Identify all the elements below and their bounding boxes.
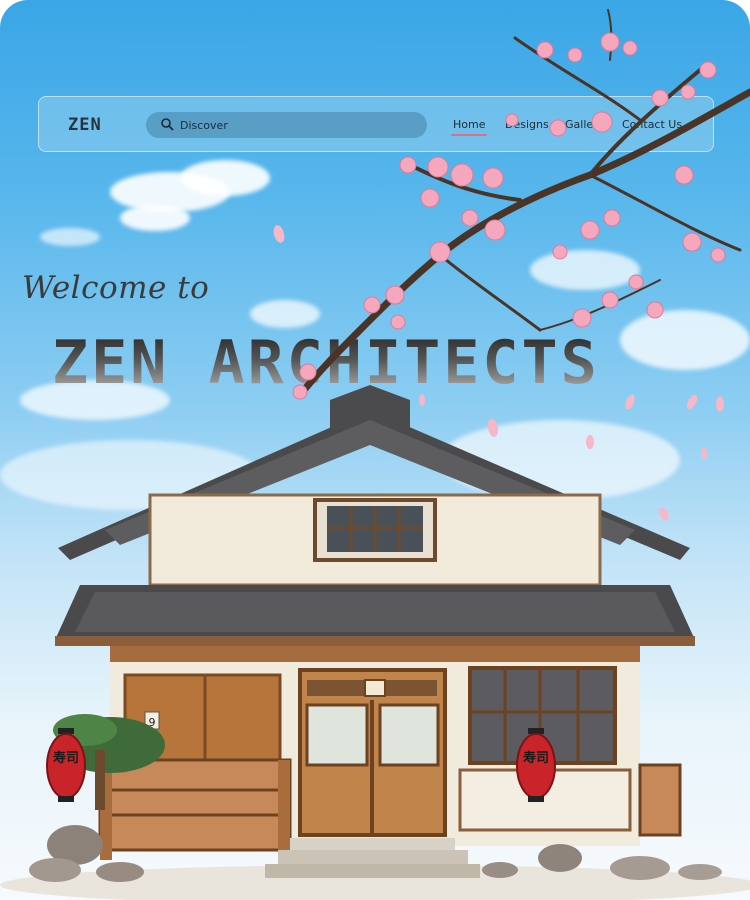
nav-link-home[interactable]: Home xyxy=(450,118,489,136)
welcome-text: Welcome to xyxy=(22,270,210,306)
red-lantern-left: 寿司 xyxy=(46,728,86,802)
nav-link-designs[interactable]: Designs xyxy=(505,118,549,131)
nav-link-contact[interactable]: Contact Us xyxy=(622,118,682,131)
search-bar[interactable] xyxy=(146,112,427,138)
search-icon[interactable] xyxy=(160,117,174,131)
nav-link-gallery[interactable]: Gallery xyxy=(565,118,604,131)
logo[interactable]: ZEN xyxy=(68,115,102,135)
page: 9 寿司 寿司 Welcome to ZEN ARCHITECTS ZEN Di… xyxy=(0,0,750,900)
red-lantern-right: 寿司 xyxy=(516,728,556,802)
lantern-text: 寿司 xyxy=(523,750,549,766)
search-input[interactable] xyxy=(180,112,410,138)
navbar: ZEN Home Designs Gallery Contact Us xyxy=(38,96,714,152)
hero-title: ZEN ARCHITECTS xyxy=(52,328,732,398)
lantern-text: 寿司 xyxy=(53,750,79,766)
